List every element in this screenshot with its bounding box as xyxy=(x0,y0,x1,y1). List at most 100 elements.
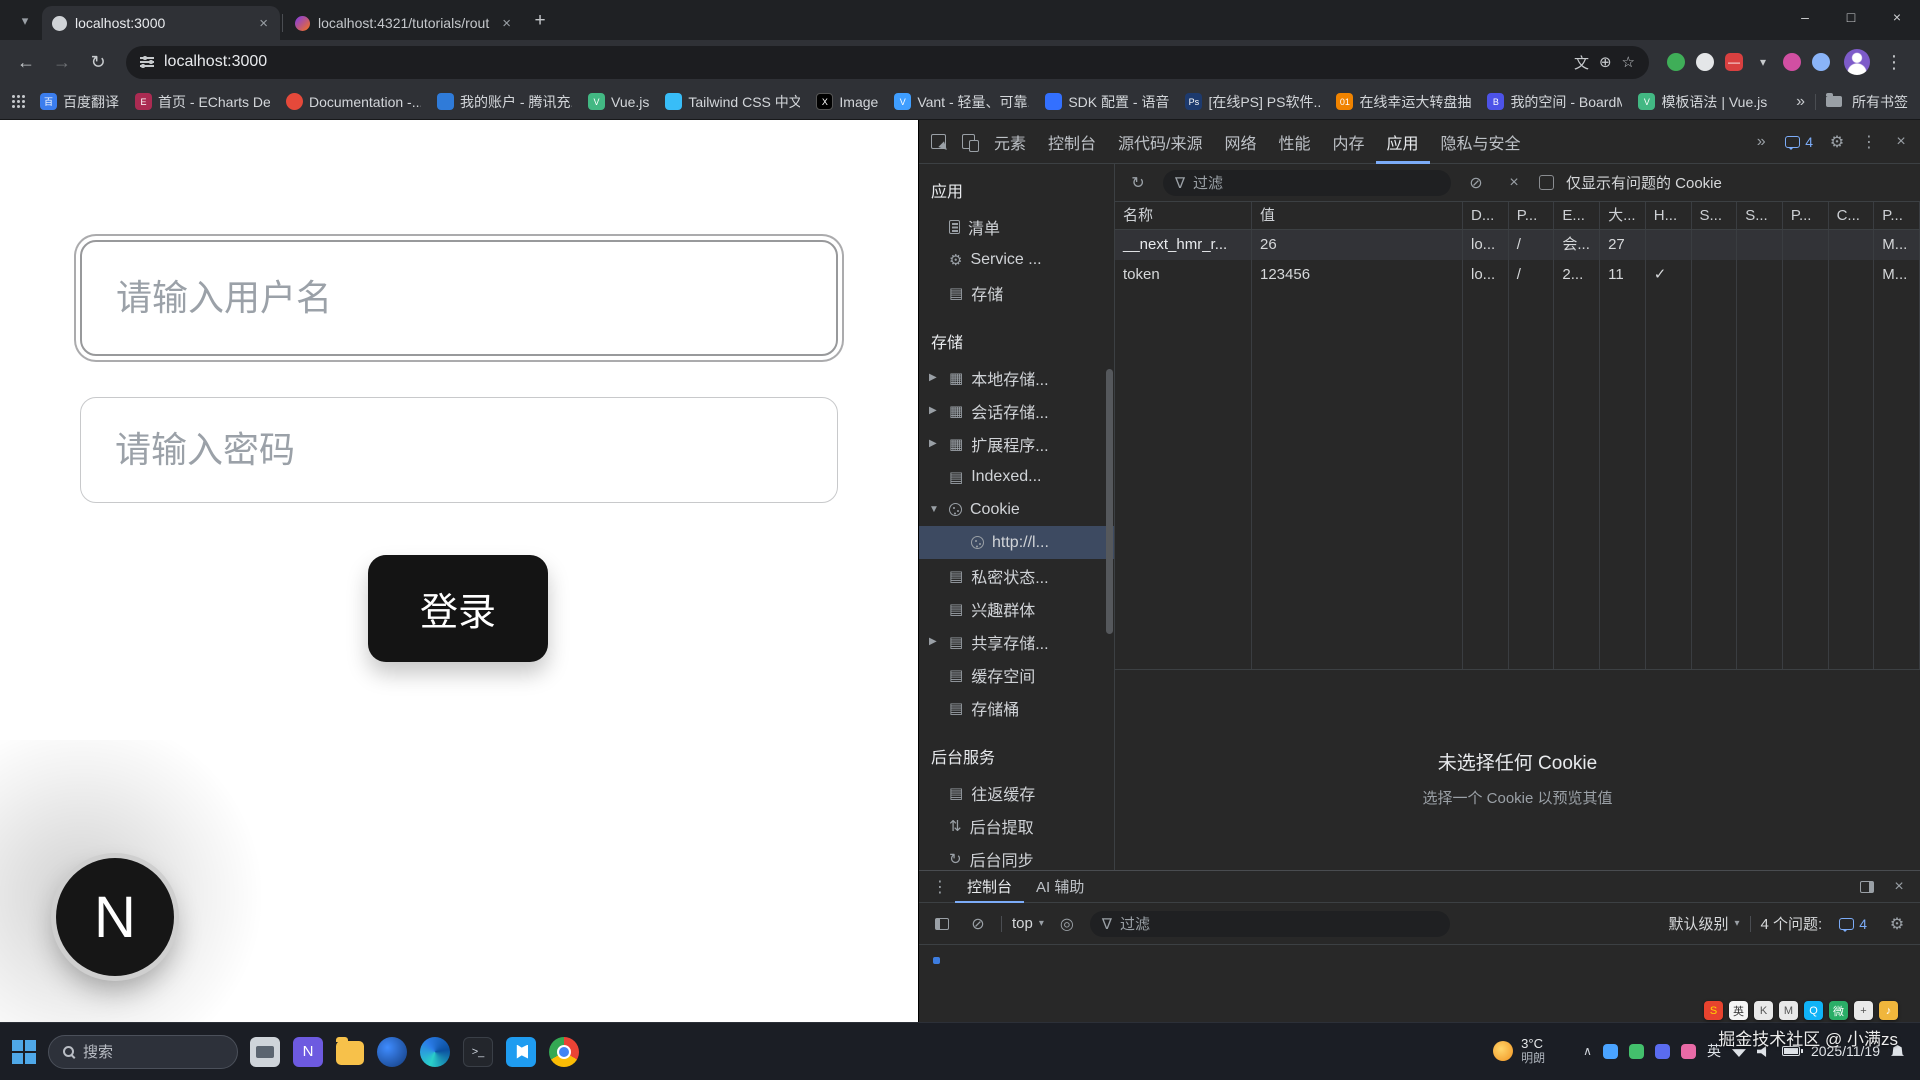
dock-panel-icon[interactable] xyxy=(1852,872,1882,902)
column-header[interactable]: C... xyxy=(1829,202,1875,229)
reload-button[interactable]: ↻ xyxy=(82,46,114,78)
bookmark-item[interactable]: V模板语法 | Vue.js xyxy=(1638,92,1767,112)
sidebar-section-title[interactable]: 应用 xyxy=(919,168,1114,210)
minimize-button[interactable]: – xyxy=(1782,0,1828,34)
tray-chevron-icon[interactable]: ∧ xyxy=(1583,1044,1592,1058)
bookmark-item[interactable]: Documentation -... xyxy=(286,93,421,110)
sidebar-item-session-storage[interactable]: ▶▦会话存储... xyxy=(919,394,1114,427)
close-window-button[interactable]: × xyxy=(1874,0,1920,34)
console-issues-badge[interactable]: 4 xyxy=(1832,912,1874,936)
column-header[interactable]: 大... xyxy=(1600,202,1646,229)
console-context-selector[interactable]: top ▾ xyxy=(1012,915,1044,932)
sidebar-item-indexeddb[interactable]: ▤Indexed... xyxy=(919,460,1114,493)
tab-network[interactable]: 网络 xyxy=(1213,120,1267,164)
sidebar-item-background-sync[interactable]: ↻后台同步 xyxy=(919,842,1114,870)
sidebar-item-bfcache[interactable]: ▤往返缓存 xyxy=(919,776,1114,809)
new-tab-button[interactable]: + xyxy=(525,6,555,36)
sidebar-item-extension-storage[interactable]: ▶▦扩展程序... xyxy=(919,427,1114,460)
apps-grid-icon[interactable] xyxy=(12,95,26,109)
profile-avatar[interactable] xyxy=(1844,49,1870,75)
tray-app-icon[interactable] xyxy=(1681,1044,1696,1059)
column-header[interactable]: D... xyxy=(1463,202,1509,229)
weather-widget[interactable]: 3°C 明朗 xyxy=(1493,1037,1545,1066)
devtools-close-icon[interactable]: × xyxy=(1886,127,1916,157)
site-settings-icon[interactable] xyxy=(140,56,154,68)
browser-menu-button[interactable]: ⋮ xyxy=(1878,46,1910,78)
start-button[interactable] xyxy=(12,1040,36,1064)
chevron-right-icon[interactable]: ▶ xyxy=(929,438,937,449)
extension-icon[interactable] xyxy=(1696,53,1714,71)
tab-memory[interactable]: 内存 xyxy=(1322,120,1376,164)
all-bookmarks-label[interactable]: 所有书签 xyxy=(1852,92,1908,112)
bookmark-item[interactable]: 百百度翻译 xyxy=(40,92,119,112)
devtools-settings-icon[interactable]: ⚙ xyxy=(1822,127,1852,157)
sidebar-item-interest-groups[interactable]: ▤兴趣群体 xyxy=(919,592,1114,625)
cookie-filter-input[interactable]: ∇ 过滤 xyxy=(1163,170,1451,196)
taskbar-app-explorer[interactable] xyxy=(336,1041,364,1065)
sidebar-section-title[interactable]: 后台服务 xyxy=(919,734,1114,776)
bookmark-item[interactable]: VVue.js xyxy=(588,93,649,110)
sidebar-item-local-storage[interactable]: ▶▦本地存储... xyxy=(919,361,1114,394)
bookmark-item[interactable]: 01在线幸运大转盘抽奖 xyxy=(1336,92,1471,112)
login-button[interactable]: 登录 xyxy=(368,555,548,662)
cookie-row[interactable]: token 123456 lo... / 2... 11 ✓ M... xyxy=(1115,260,1920,290)
drawer-menu-icon[interactable]: ⋮ xyxy=(925,872,955,902)
console-levels-selector[interactable]: 默认级别 ▾ xyxy=(1668,913,1739,934)
translate-icon[interactable]: 文 xyxy=(1574,52,1589,73)
bookmark-item[interactable]: 我的账户 - 腾讯充... xyxy=(437,92,572,112)
username-input[interactable] xyxy=(80,240,838,356)
column-header[interactable]: P... xyxy=(1783,202,1829,229)
sidebar-item-shared-storage[interactable]: ▶▤共享存储... xyxy=(919,625,1114,658)
sidebar-item-private-state-tokens[interactable]: ▤私密状态... xyxy=(919,559,1114,592)
bookmark-star-icon[interactable]: ☆ xyxy=(1622,53,1635,71)
extension-icon[interactable] xyxy=(1783,53,1801,71)
scrollbar-thumb[interactable] xyxy=(1106,369,1113,634)
column-header[interactable]: P... xyxy=(1874,202,1920,229)
chevron-right-icon[interactable]: ▶ xyxy=(929,372,937,383)
tray-app-icon[interactable] xyxy=(1655,1044,1670,1059)
sidebar-item-cache-storage[interactable]: ▤缓存空间 xyxy=(919,658,1114,691)
taskbar-app-browser[interactable] xyxy=(377,1037,407,1067)
taskbar-app-notion[interactable] xyxy=(293,1037,323,1067)
console-sidebar-icon[interactable] xyxy=(929,911,955,937)
tab-localhost-4321[interactable]: localhost:4321/tutorials/rout × xyxy=(285,6,523,40)
address-bar[interactable]: localhost:3000 文 ⊕ ☆ xyxy=(126,46,1649,79)
column-header[interactable]: 值 xyxy=(1252,202,1463,229)
column-header[interactable]: S... xyxy=(1692,202,1738,229)
more-tabs-icon[interactable]: » xyxy=(1746,127,1776,157)
extension-dropdown-icon[interactable]: ▾ xyxy=(1754,53,1772,71)
extension-icon[interactable] xyxy=(1812,53,1830,71)
cookie-row[interactable]: __next_hmr_r... 26 lo... / 会... 27 M... xyxy=(1115,230,1920,260)
tab-performance[interactable]: 性能 xyxy=(1268,120,1322,164)
bookmark-item[interactable]: XImage xyxy=(816,93,878,110)
console-tab-console[interactable]: 控制台 xyxy=(955,871,1024,903)
taskbar-app-vscode[interactable] xyxy=(506,1037,536,1067)
bookmark-item[interactable]: E首页 - ECharts De... xyxy=(135,92,270,112)
tab-privacy[interactable]: 隐私与安全 xyxy=(1430,120,1532,164)
chevron-down-icon[interactable]: ▼ xyxy=(929,504,939,515)
forward-button[interactable]: → xyxy=(46,46,78,78)
tab-console[interactable]: 控制台 xyxy=(1037,120,1107,164)
tab-localhost-3000[interactable]: localhost:3000 × xyxy=(42,6,280,40)
issues-badge[interactable]: 4 xyxy=(1778,130,1820,154)
sidebar-item-background-fetch[interactable]: ⇅后台提取 xyxy=(919,809,1114,842)
maximize-button[interactable]: □ xyxy=(1828,0,1874,34)
device-toolbar-button[interactable] xyxy=(953,127,983,157)
console-tab-ai[interactable]: AI 辅助 xyxy=(1024,871,1096,903)
close-tab-icon[interactable]: × xyxy=(257,15,270,32)
taskbar-search[interactable]: 搜索 xyxy=(48,1035,238,1069)
inspect-element-button[interactable] xyxy=(923,127,953,157)
tray-app-icon[interactable] xyxy=(1629,1044,1644,1059)
only-issues-checkbox[interactable] xyxy=(1539,175,1554,190)
delete-cookie-icon[interactable]: × xyxy=(1501,170,1527,196)
column-header[interactable]: S... xyxy=(1737,202,1783,229)
taskbar-app-edge[interactable] xyxy=(420,1037,450,1067)
close-tab-icon[interactable]: × xyxy=(500,15,513,32)
taskbar-app-window[interactable] xyxy=(250,1037,280,1067)
devtools-menu-icon[interactable]: ⋮ xyxy=(1854,127,1884,157)
tray-app-icon[interactable] xyxy=(1603,1044,1618,1059)
column-header[interactable]: 名称 xyxy=(1115,202,1252,229)
back-button[interactable]: ← xyxy=(10,46,42,78)
chevron-right-icon[interactable]: ▶ xyxy=(929,636,937,647)
sidebar-item-service-workers[interactable]: ⚙Service ... xyxy=(919,243,1114,276)
